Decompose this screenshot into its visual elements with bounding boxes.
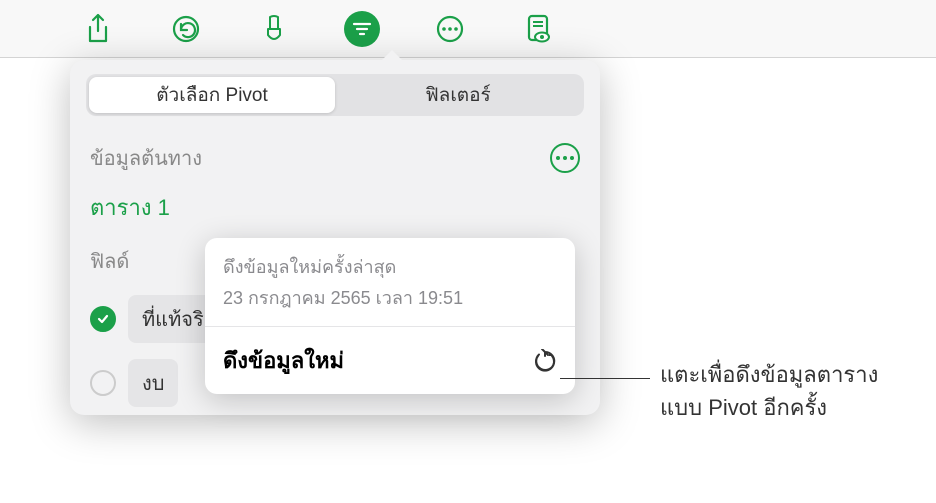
source-table-name[interactable]: ตาราง 1: [70, 186, 600, 245]
refresh-button[interactable]: ดึงข้อมูลใหม่: [205, 327, 575, 394]
source-data-label: ข้อมูลต้นทาง: [90, 142, 202, 174]
more-button[interactable]: [432, 11, 468, 47]
more-icon: [435, 14, 465, 44]
last-refresh-date: 23 กรกฎาคม 2565 เวลา 19:51: [223, 283, 557, 312]
document-preview-icon: [525, 13, 551, 45]
source-more-button[interactable]: [550, 143, 580, 173]
field-pill[interactable]: งบ: [128, 359, 178, 407]
toolbar: [0, 0, 936, 58]
tab-filters[interactable]: ฟิลเตอร์: [335, 77, 581, 113]
callout-line-1: แตะเพื่อดึงข้อมูลตาราง: [660, 358, 878, 391]
field-checkbox[interactable]: [90, 370, 116, 396]
refresh-card: ดึงข้อมูลใหม่ครั้งล่าสุด 23 กรกฎาคม 2565…: [205, 238, 575, 394]
tab-pivot-options[interactable]: ตัวเลือก Pivot: [89, 77, 335, 113]
refresh-button-label: ดึงข้อมูลใหม่: [223, 343, 344, 378]
refresh-info: ดึงข้อมูลใหม่ครั้งล่าสุด 23 กรกฎาคม 2565…: [205, 238, 575, 327]
callout-leader-line: [560, 378, 650, 379]
checkmark-icon: [96, 312, 110, 326]
callout-line-2: แบบ Pivot อีกครั้ง: [660, 391, 878, 424]
callout-text: แตะเพื่อดึงข้อมูลตาราง แบบ Pivot อีกครั้…: [660, 358, 878, 424]
pivot-options-popover: ตัวเลือก Pivot ฟิลเตอร์ ข้อมูลต้นทาง ตาร…: [70, 60, 600, 415]
organize-button[interactable]: [344, 11, 380, 47]
share-icon: [85, 13, 111, 45]
last-refresh-label: ดึงข้อมูลใหม่ครั้งล่าสุด: [223, 252, 557, 281]
organize-icon: [351, 18, 373, 40]
format-brush-button[interactable]: [256, 11, 292, 47]
source-data-row: ข้อมูลต้นทาง: [70, 134, 600, 186]
field-checkbox[interactable]: [90, 306, 116, 332]
format-brush-icon: [260, 13, 288, 45]
undo-icon: [171, 14, 201, 44]
document-preview-button[interactable]: [520, 11, 556, 47]
refresh-icon: [533, 349, 557, 373]
popover-tabs: ตัวเลือก Pivot ฟิลเตอร์: [86, 74, 584, 116]
undo-button[interactable]: [168, 11, 204, 47]
share-button[interactable]: [80, 11, 116, 47]
